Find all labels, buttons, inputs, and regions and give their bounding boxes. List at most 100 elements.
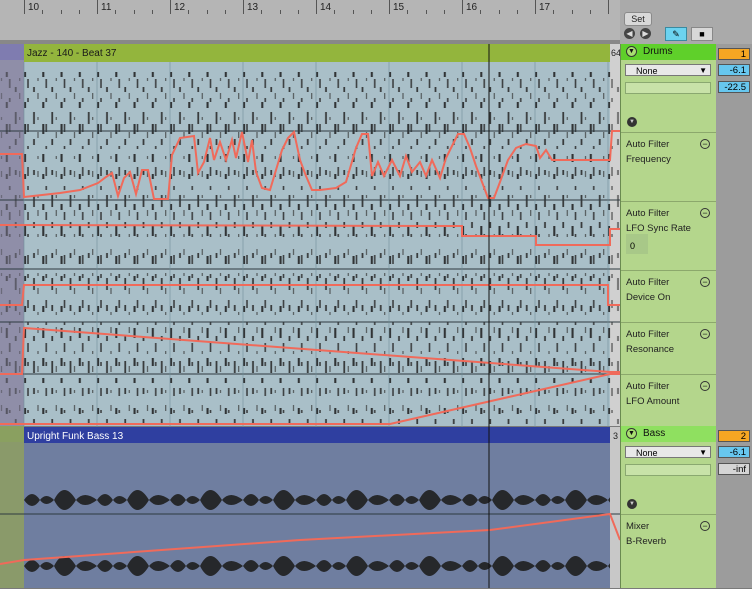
dropdown-arrow-icon: ▼ [699, 448, 707, 457]
lock-button[interactable]: ■ [691, 27, 713, 41]
lane-param: LFO Amount [626, 396, 680, 407]
drums-track-header: ▼ Drums None ▼ ▼ Auto Filter Frequency −… [620, 44, 716, 426]
ruler-tick [24, 0, 25, 14]
ruler-subtick [407, 10, 409, 14]
ruler-tick [462, 0, 463, 14]
ruler-tick [97, 0, 98, 14]
remove-lane-icon[interactable]: − [700, 277, 710, 287]
ruler-subtick [115, 10, 117, 14]
bass-clip-title: Upright Funk Bass 13 [27, 431, 124, 442]
lane-param: B-Reverb [626, 536, 667, 547]
bar-number: 15 [393, 2, 405, 13]
ruler-tick [243, 0, 244, 14]
arrangement-view[interactable]: Jazz - 140 - Beat 37 64 Upright Funk Bas… [0, 44, 620, 588]
lfo-sync-rate-value[interactable]: 0 [626, 234, 648, 254]
drums-track-title-bar[interactable]: ▼ Drums [621, 44, 716, 60]
fold-icon[interactable]: ▼ [626, 46, 637, 57]
ruler-subtick [42, 10, 44, 14]
ruler-subtick [188, 10, 190, 14]
drums-volume[interactable]: -6.1 [718, 64, 750, 76]
lane-param: Device On [626, 292, 671, 303]
remove-lane-icon[interactable]: − [700, 521, 710, 531]
draw-mode-button[interactable]: ✎ [665, 27, 687, 41]
bass-send[interactable]: -inf [718, 463, 750, 475]
ruler-subtick [261, 10, 263, 14]
bar-number: 11 [101, 2, 112, 13]
lane-param: LFO Sync Rate [626, 223, 691, 234]
lane-device: Auto Filter [626, 208, 670, 219]
left-arrow-icon[interactable]: ◀ [624, 28, 635, 39]
ruler-subtick [297, 10, 299, 14]
ruler-subtick [553, 10, 555, 14]
drums-track-name: Drums [643, 46, 673, 57]
ruler-subtick [206, 10, 208, 14]
ruler-subtick [352, 10, 354, 14]
ruler-tick [316, 0, 317, 14]
ruler-subtick [279, 10, 281, 14]
automation-lane-lfo-amount[interactable]: Auto Filter LFO Amount − [621, 374, 716, 427]
pencil-icon: ✎ [672, 29, 680, 39]
lane-device: Auto Filter [626, 277, 670, 288]
lock-icon: ■ [699, 29, 705, 39]
device-chooser[interactable]: None ▼ [625, 64, 711, 76]
lane-device: Mixer [626, 521, 650, 532]
mixer-column: 1 -6.1 -22.5 2 -6.1 -inf [716, 44, 752, 588]
drums-clip-end-marker: 64 [611, 48, 620, 58]
bar-number: 12 [174, 2, 186, 13]
drums-pan[interactable]: -22.5 [718, 81, 750, 93]
bar-number: 13 [247, 2, 259, 13]
ruler-subtick [425, 10, 427, 14]
ruler-tick [608, 0, 609, 14]
ruler-subtick [443, 10, 445, 14]
bass-track-number[interactable]: 2 [718, 430, 750, 442]
lane-device: Auto Filter [626, 139, 670, 150]
control-chooser[interactable] [625, 82, 711, 94]
remove-lane-icon[interactable]: − [700, 329, 710, 339]
device-chooser-value: None [636, 66, 658, 76]
bar-number: 16 [466, 2, 478, 13]
control-chooser[interactable] [625, 464, 711, 476]
automation-lane-b-reverb[interactable]: Mixer B-Reverb − [621, 514, 716, 589]
bar-number: 17 [539, 2, 551, 13]
automation-lane-resonance[interactable]: Auto Filter Resonance − [621, 322, 716, 375]
right-arrow-icon[interactable]: ▶ [640, 28, 651, 39]
lane-device: Auto Filter [626, 329, 670, 340]
bar-number: 10 [28, 2, 40, 13]
ruler-subtick [516, 10, 518, 14]
lane-param: Resonance [626, 344, 675, 355]
dropdown-arrow-icon: ▼ [699, 66, 707, 75]
fold-icon[interactable]: ▼ [626, 428, 637, 439]
bass-track-title-bar[interactable]: ▼ Bass [621, 426, 716, 442]
ruler-subtick [78, 10, 80, 14]
bass-clip-end-marker: 3 [613, 431, 618, 441]
device-chooser[interactable]: None ▼ [625, 446, 711, 458]
bar-number: 14 [320, 2, 332, 13]
remove-lane-icon[interactable]: − [700, 208, 710, 218]
timeline-ruler[interactable]: 10 11 12 13 14 15 16 17 [0, 0, 620, 40]
automation-lane-frequency[interactable]: Auto Filter Frequency − [621, 132, 716, 202]
ruler-subtick [370, 10, 372, 14]
lane-device: Auto Filter [626, 381, 670, 392]
ruler-subtick [589, 10, 591, 14]
ruler-subtick [480, 10, 482, 14]
remove-lane-icon[interactable]: − [700, 381, 710, 391]
ruler-subtick [571, 10, 573, 14]
unfold-icon[interactable]: ▼ [627, 117, 637, 127]
ruler-tick [389, 0, 390, 14]
bass-track-header: ▼ Bass None ▼ ▼ Mixer B-Reverb − [620, 426, 716, 588]
bass-track-name: Bass [643, 428, 666, 439]
unfold-icon[interactable]: ▼ [627, 499, 637, 509]
automation-lane-device-on[interactable]: Auto Filter Device On − [621, 270, 716, 323]
lane-param: Frequency [626, 154, 671, 165]
set-button[interactable]: Set [624, 12, 652, 26]
ruler-subtick [334, 10, 336, 14]
remove-lane-icon[interactable]: − [700, 139, 710, 149]
device-chooser-value: None [636, 448, 658, 458]
ruler-tick [170, 0, 171, 14]
bass-volume[interactable]: -6.1 [718, 446, 750, 458]
ruler-tick [535, 0, 536, 14]
ruler-subtick [498, 10, 500, 14]
ruler-subtick [151, 10, 153, 14]
ruler-subtick [224, 10, 226, 14]
drums-track-number[interactable]: 1 [718, 48, 750, 60]
